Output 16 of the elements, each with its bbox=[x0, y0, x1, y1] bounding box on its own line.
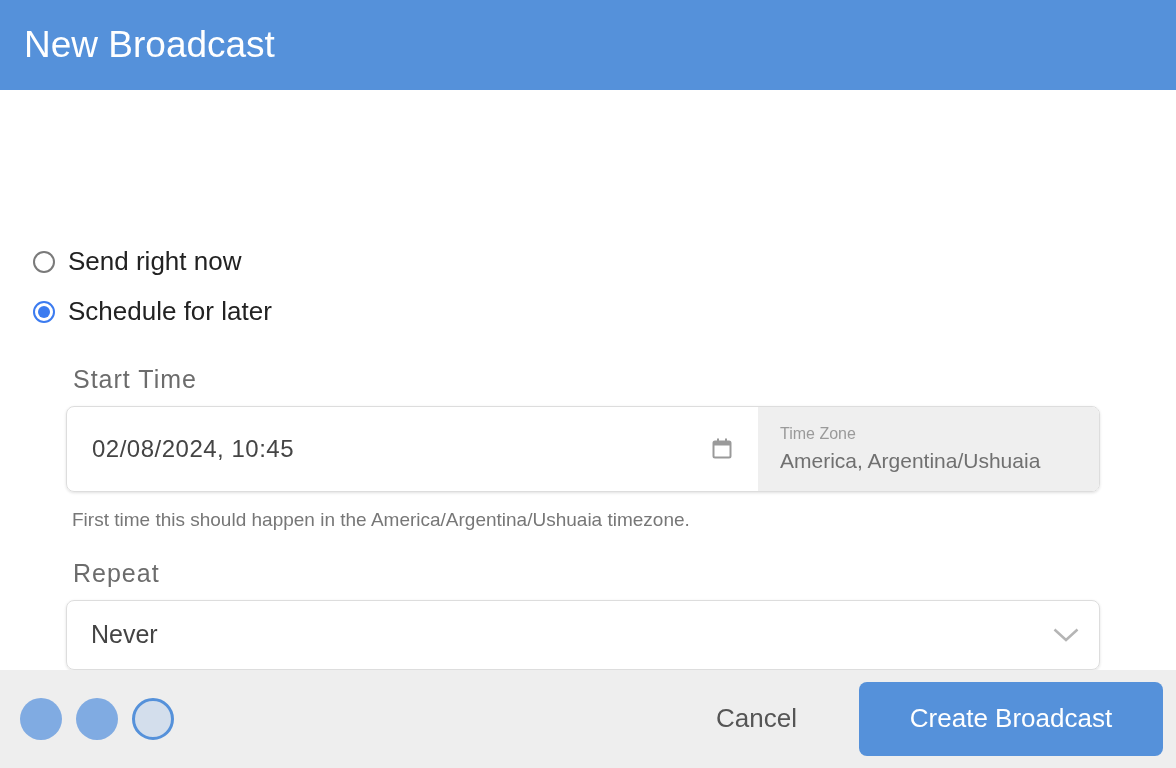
field-label: Start Time bbox=[73, 364, 198, 394]
time-zone-field[interactable]: Time Zone America, Argentina/Ushuaia bbox=[758, 406, 1099, 491]
repeat-dropdown[interactable]: Never bbox=[66, 599, 1100, 670]
calendar-icon[interactable] bbox=[712, 437, 732, 460]
radio-option[interactable]: Send right now bbox=[33, 244, 242, 279]
radio-button[interactable] bbox=[33, 300, 55, 323]
time-zone-value: America, Argentina/Ushuaia bbox=[780, 448, 1042, 473]
radio-button[interactable] bbox=[33, 250, 55, 273]
radio-option[interactable]: Schedule for later bbox=[33, 294, 272, 329]
time-zone-label: Time Zone bbox=[780, 424, 857, 443]
chevron-down-icon bbox=[1053, 627, 1079, 642]
field-label: Repeat bbox=[73, 558, 161, 588]
cancel-button[interactable]: Cancel bbox=[716, 703, 797, 735]
dialog-title: New Broadcast bbox=[24, 23, 275, 66]
date-time-field[interactable]: 02/08/2024, 10:45 Time Zone America, Argentina/Ushuaia bbox=[66, 405, 1100, 492]
field-hint: First time this should happen in the America/Argentina/Ushuaia timezone. bbox=[72, 508, 691, 531]
